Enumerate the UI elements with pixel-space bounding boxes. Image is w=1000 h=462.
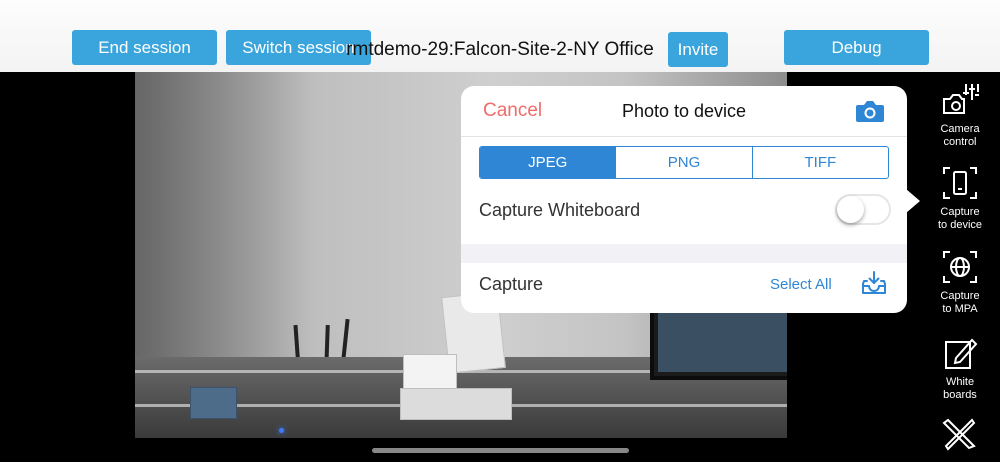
home-indicator — [372, 448, 629, 453]
debug-button[interactable]: Debug — [784, 30, 929, 65]
blue-device — [190, 387, 237, 419]
pencil-ruler-icon — [942, 418, 976, 451]
top-bar: End session Switch session Invite Debug … — [0, 0, 1000, 72]
monitor — [650, 302, 787, 380]
whiteboards-line1: White — [945, 376, 975, 388]
capture-device-icon — [943, 167, 977, 199]
whiteboard-icon — [945, 338, 978, 369]
tool-sidebar: Camera control Capture to device Capture… — [920, 72, 1000, 462]
select-all-button[interactable]: Select All — [770, 276, 832, 293]
monitor-screen — [658, 310, 787, 372]
toggle-knob — [837, 196, 864, 223]
capture-to-device-line1: Capture — [940, 206, 980, 218]
capture-to-mpa-line1: Capture — [940, 290, 980, 302]
led-light — [279, 428, 284, 433]
capture-label: Capture — [479, 274, 544, 294]
annotation-tools-button[interactable] — [920, 414, 1000, 456]
camera-control-line1: Camera — [940, 123, 980, 135]
camera-icon[interactable] — [855, 98, 885, 129]
capture-to-device-line2: to device — [937, 219, 983, 231]
camera-device — [403, 354, 457, 390]
format-segmented-control: JPEG PNG TIFF — [479, 146, 889, 179]
camera-control-line2: control — [943, 136, 977, 148]
camera-control-button[interactable]: Camera control — [920, 81, 1000, 149]
section-gap — [461, 244, 907, 263]
photo-to-device-popup: Cancel Photo to device JPEG PNG TIFF Cap… — [461, 86, 907, 313]
capture-to-mpa-line2: to MPA — [942, 303, 978, 315]
popup-title: Photo to device — [621, 101, 747, 121]
tray-download-icon[interactable] — [861, 270, 887, 301]
header-separator — [461, 136, 907, 137]
end-session-button[interactable]: End session — [72, 30, 217, 65]
format-jpeg-segment[interactable]: JPEG — [480, 147, 616, 178]
format-tiff-segment[interactable]: TIFF — [751, 147, 888, 178]
capture-whiteboard-toggle[interactable] — [835, 194, 891, 225]
camera-control-icon — [943, 84, 979, 114]
capture-to-device-button[interactable]: Capture to device — [920, 164, 1000, 232]
capture-mpa-icon — [943, 251, 977, 283]
capture-whiteboard-label: Capture Whiteboard — [479, 200, 641, 220]
popup-arrow — [906, 189, 920, 213]
format-png-segment[interactable]: PNG — [615, 147, 751, 178]
whiteboards-line2: boards — [943, 389, 977, 401]
capture-to-mpa-button[interactable]: Capture to MPA — [920, 248, 1000, 316]
session-title: rmtdemo-29:Falcon-Site-2-NY Office — [346, 39, 654, 60]
whiteboards-button[interactable]: White boards — [920, 334, 1000, 402]
network-box — [400, 388, 512, 420]
